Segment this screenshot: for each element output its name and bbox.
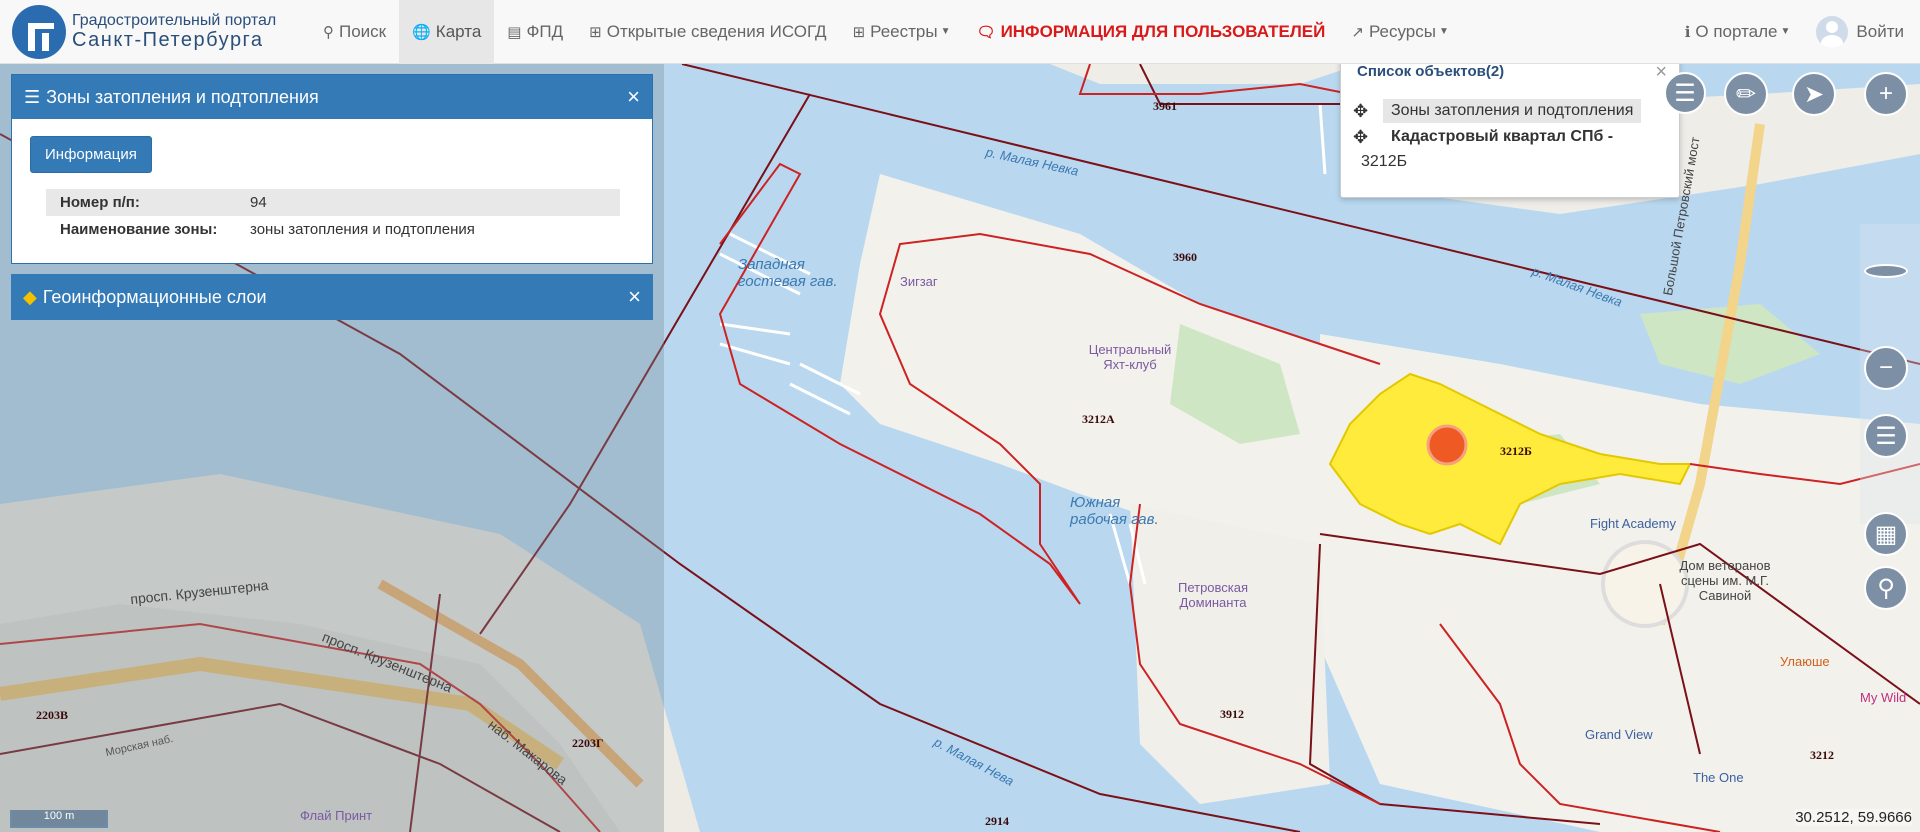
list-icon: ☰ [24, 86, 41, 107]
info-icon: ℹ [1684, 23, 1691, 41]
layers-panel: ◆ Геоинформационные слои × [11, 274, 653, 320]
nav-map[interactable]: 🌐 Карта [399, 0, 495, 64]
table-row: Номер п/п: 94 [46, 189, 620, 216]
search-icon: ⚲ [323, 23, 334, 41]
top-navbar: Градостроительный портал Санкт-Петербург… [0, 0, 1920, 64]
list-item[interactable]: ✥ Кадастровый квартал СПб - [1353, 125, 1621, 149]
brand-line1: Градостроительный портал [72, 11, 277, 29]
map-scale-bar: 100 m [10, 810, 108, 828]
nav-about[interactable]: ℹ О портале ▼ [1672, 0, 1804, 64]
nav-about-label: О портале [1695, 21, 1778, 41]
nav-fpd-label: ФПД [526, 21, 564, 41]
chevron-down-icon: ▼ [940, 26, 951, 37]
nav-registries-label: Реестры [870, 21, 938, 41]
nav-user-info[interactable]: 🗨 ИНФОРМАЦИЯ ДЛЯ ПОЛЬЗОВАТЕЛЕЙ [964, 0, 1339, 64]
attr-value: зоны затопления и подтопления [250, 221, 475, 238]
ruler-control-icon[interactable]: ✏ [1724, 72, 1768, 116]
close-icon[interactable]: × [1655, 61, 1667, 84]
quarter-3212: 3212 [1810, 748, 1834, 762]
nav-search-label: Поиск [339, 21, 387, 41]
nav-user-info-label: ИНФОРМАЦИЯ ДЛЯ ПОЛЬЗОВАТЕЛЕЙ [1000, 21, 1326, 41]
comments-icon: 🗨 [976, 23, 996, 41]
zone-attributes-table: Номер п/п: 94 Наименование зоны: зоны за… [46, 189, 620, 243]
nav-login[interactable]: Войти [1803, 0, 1920, 64]
quarter-3961: 3961 [1153, 99, 1177, 113]
label-fight-academy: Fight Academy [1590, 516, 1676, 531]
move-icon[interactable]: ✥ [1353, 127, 1383, 148]
quarter-3960: 3960 [1173, 250, 1197, 264]
locate-control-icon[interactable]: ➤ [1792, 72, 1836, 116]
label-ulayashe: Улаюше [1780, 654, 1830, 669]
globe-icon: 🌐 [412, 23, 431, 41]
brand-line2: Санкт-Петербурга [72, 29, 264, 52]
label-my-wild: My Wild [1860, 690, 1907, 705]
label-the-one: The One [1693, 770, 1744, 785]
table-icon: ⊞ [852, 23, 866, 41]
attr-value: 94 [250, 194, 267, 211]
portal-logo[interactable]: Градостроительный портал Санкт-Петербург… [0, 0, 310, 64]
nav-isogd-label: Открытые сведения ИСОГД [606, 21, 827, 41]
label-flai-print: Флай Принт [300, 808, 373, 823]
layers-icon: ◆ [23, 286, 37, 307]
zoom-slider-handle[interactable] [1864, 264, 1908, 278]
info-button[interactable]: Информация [30, 136, 152, 173]
label-south-harbor: Южная рабочая гав. [1070, 494, 1159, 528]
list-item-label: Зоны затопления и подтопления [1383, 99, 1642, 123]
label-west-harbor: Западная гостевая гав. [738, 256, 838, 290]
nav-registries[interactable]: ⊞ Реестры ▼ [840, 0, 964, 64]
zone-info-panel: ☰ Зоны затопления и подтопления × Информ… [11, 74, 653, 264]
label-yacht-club: Центральный Яхт-клуб [1088, 342, 1172, 372]
quarter-2203g: 2203Г [572, 736, 604, 750]
zoom-in-button[interactable]: + [1864, 72, 1908, 116]
magnify-control-icon[interactable]: ⚲ [1864, 566, 1908, 610]
menu-control-icon[interactable]: ☰ [1664, 72, 1706, 114]
quarter-3212a: 3212А [1082, 412, 1115, 426]
external-link-icon: ↗ [1351, 23, 1364, 41]
label-veterans: Дом ветеранов сцены им. М.Г. Савиной [1679, 558, 1771, 603]
list-item-label: Кадастровый квартал СПб - [1391, 128, 1614, 145]
label-zigzag: Зигзаг [900, 274, 938, 289]
quarter-3912: 3912 [1220, 707, 1244, 721]
quarter-2914: 2914 [985, 814, 1009, 828]
close-icon[interactable]: × [628, 284, 641, 310]
nav-isogd[interactable]: ⊞ Открытые сведения ИСОГД [576, 0, 839, 64]
nav-map-label: Карта [435, 21, 482, 41]
chevron-down-icon: ▼ [1780, 26, 1791, 37]
nav-search[interactable]: ⚲ Поиск [310, 0, 399, 64]
object-list-title: Список объектов(2) [1357, 63, 1505, 80]
label-petrovskaya: Петровская Доминанта [1177, 580, 1249, 610]
plus-square-icon: ⊞ [589, 23, 602, 41]
nav-login-label: Войти [1856, 21, 1904, 41]
avatar-icon [1816, 15, 1849, 48]
zone-panel-title: Зоны затопления и подтопления [46, 86, 319, 107]
quarter-2203v: 2203В [36, 708, 69, 722]
quarter-3212b: 3212Б [1500, 444, 1532, 458]
label-grand-view: Grand View [1585, 727, 1653, 742]
chevron-down-icon: ▼ [1438, 26, 1449, 37]
zoom-out-button[interactable]: − [1864, 346, 1908, 390]
map-fold-icon: ▤ [507, 23, 522, 41]
measure-area-icon[interactable]: ▦ [1864, 512, 1908, 556]
attr-key: Номер п/п: [60, 194, 140, 211]
attr-key: Наименование зоны: [60, 221, 218, 238]
portal-logo-icon [12, 4, 66, 59]
close-icon[interactable]: × [627, 84, 640, 110]
list-item-sublabel: 3212Б [1361, 153, 1408, 170]
layers-panel-title: Геоинформационные слои [42, 286, 267, 307]
list-item[interactable]: ✥ Зоны затопления и подтопления [1353, 99, 1642, 123]
table-row: Наименование зоны: зоны затопления и под… [46, 216, 620, 243]
cursor-coordinates: 30.2512, 59.9666 [1795, 809, 1912, 826]
layers-control-icon[interactable]: ☰ [1864, 414, 1908, 458]
nav-resources[interactable]: ↗ Ресурсы ▼ [1338, 0, 1462, 64]
move-icon[interactable]: ✥ [1353, 101, 1383, 122]
nav-resources-label: Ресурсы [1368, 21, 1436, 41]
nav-fpd[interactable]: ▤ ФПД [494, 0, 576, 64]
object-list-popup: Список объектов(2) × ✥ Зоны затопления и… [1340, 58, 1680, 198]
